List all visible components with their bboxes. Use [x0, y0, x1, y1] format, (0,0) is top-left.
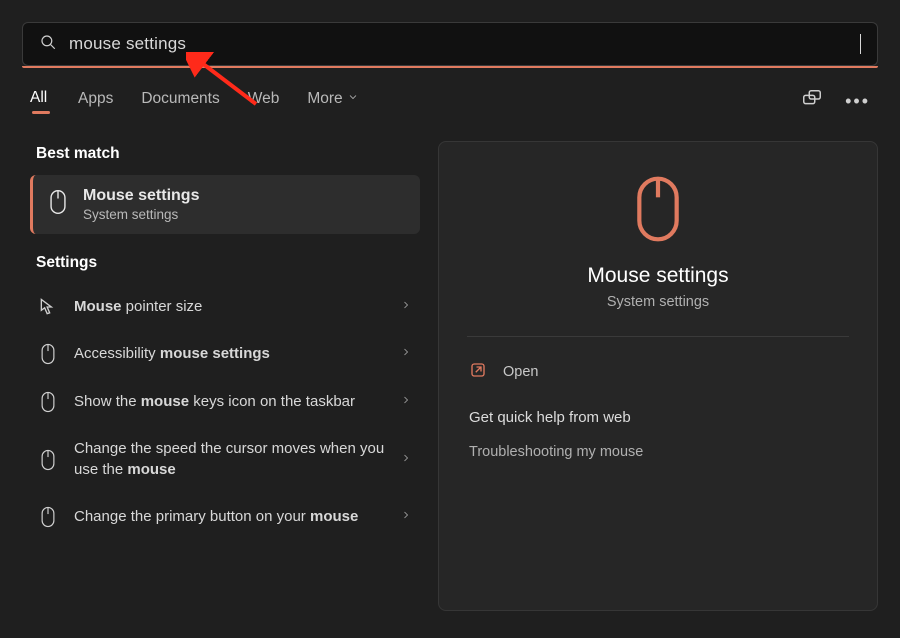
- text-caret: [860, 34, 861, 54]
- open-action[interactable]: Open: [467, 355, 849, 403]
- search-icon: [39, 33, 57, 56]
- mouse-icon: [36, 391, 60, 413]
- more-options-icon[interactable]: •••: [845, 91, 870, 112]
- search-input[interactable]: [69, 34, 856, 54]
- chevron-down-icon: [347, 90, 359, 108]
- tab-all[interactable]: All: [30, 89, 50, 113]
- settings-result-item[interactable]: Show the mouse keys icon on the taskbar: [30, 378, 420, 426]
- settings-item-label: Mouse pointer size: [74, 297, 386, 317]
- settings-result-item[interactable]: Change the speed the cursor moves when y…: [30, 426, 420, 493]
- tab-label: Apps: [78, 90, 113, 108]
- best-match-header: Best match: [36, 145, 420, 163]
- best-match-result[interactable]: Mouse settings System settings: [30, 175, 420, 234]
- help-link[interactable]: Troubleshooting my mouse: [467, 440, 849, 464]
- tab-label: More: [307, 90, 342, 108]
- settings-item-label: Show the mouse keys icon on the taskbar: [74, 392, 386, 412]
- preview-pane: Mouse settings System settings Open Get …: [438, 141, 878, 611]
- tab-label: All: [30, 89, 47, 107]
- tab-active-underline: [32, 111, 50, 114]
- chat-icon[interactable]: [801, 88, 823, 115]
- tab-more[interactable]: More: [307, 90, 358, 114]
- best-match-subtitle: System settings: [83, 207, 199, 222]
- settings-result-item[interactable]: Change the primary button on your mouse: [30, 493, 420, 541]
- chevron-right-icon: [400, 508, 412, 526]
- cursor-icon: [36, 297, 60, 317]
- mouse-icon: [47, 189, 69, 220]
- settings-header: Settings: [36, 254, 420, 272]
- preview-mouse-icon: [467, 172, 849, 246]
- chevron-right-icon: [400, 393, 412, 411]
- filter-tabs: All Apps Documents Web More •••: [0, 68, 900, 115]
- best-match-title: Mouse settings: [83, 187, 199, 205]
- help-header: Get quick help from web: [467, 403, 849, 440]
- settings-item-label: Change the speed the cursor moves when y…: [74, 439, 386, 480]
- tab-apps[interactable]: Apps: [78, 90, 113, 114]
- tab-label: Documents: [141, 90, 219, 108]
- search-bar[interactable]: [22, 22, 878, 66]
- tab-label: Web: [248, 90, 280, 108]
- settings-result-item[interactable]: Mouse pointer size: [30, 284, 420, 330]
- settings-item-label: Accessibility mouse settings: [74, 344, 386, 364]
- open-label: Open: [503, 364, 538, 380]
- preview-subtitle: System settings: [467, 294, 849, 310]
- mouse-icon: [36, 449, 60, 471]
- mouse-icon: [36, 343, 60, 365]
- open-icon: [469, 361, 487, 383]
- settings-result-item[interactable]: Accessibility mouse settings: [30, 330, 420, 378]
- tab-web[interactable]: Web: [248, 90, 280, 114]
- chevron-right-icon: [400, 345, 412, 363]
- divider: [467, 336, 849, 337]
- settings-item-label: Change the primary button on your mouse: [74, 507, 386, 527]
- chevron-right-icon: [400, 451, 412, 469]
- mouse-icon: [36, 506, 60, 528]
- preview-title: Mouse settings: [467, 264, 849, 288]
- tab-documents[interactable]: Documents: [141, 90, 219, 114]
- chevron-right-icon: [400, 298, 412, 316]
